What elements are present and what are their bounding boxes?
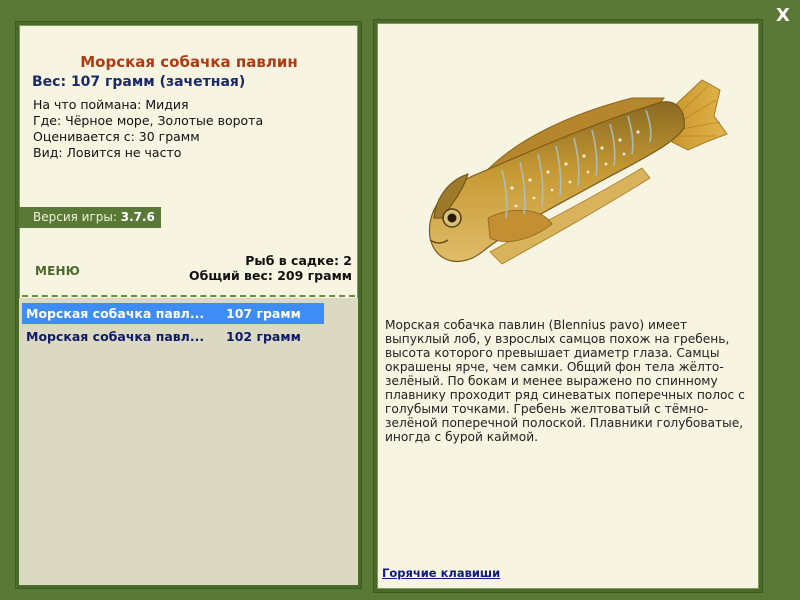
bait-info: На что поймана: Мидия [33,97,189,112]
version-bar: Версия игры: 3.7.6 [19,207,161,228]
fish-count: Рыб в садке: 2 [245,253,352,268]
catch-list-item[interactable]: Морская собачка павл... 102 грамм [22,326,324,347]
fish-image [428,79,728,265]
catch-list: Морская собачка павл... 107 грамм Морска… [19,298,358,585]
keepnet-stats: Рыб в садке: 2 Общий вес: 209 грамм [189,253,352,283]
catch-item-weight: 102 грамм [226,329,301,344]
location-info: Где: Чёрное море, Золотые ворота [33,113,264,128]
menu-button[interactable]: МЕНЮ [35,264,80,278]
close-button[interactable]: X [772,4,794,28]
fish-details-panel: Морская собачка павлин (Blennius pavo) и… [374,20,762,592]
catch-item-name: Морская собачка павл... [26,329,205,344]
version-value: 3.7.6 [120,210,155,224]
divider [22,295,355,297]
min-weight-info: Оценивается с: 30 грамм [33,129,200,144]
catch-info-panel: Морская собачка павлин Вес: 107 грамм (з… [16,22,361,588]
close-icon: X [776,5,790,26]
total-weight: Общий вес: 209 грамм [189,268,352,283]
catch-item-weight: 107 грамм [226,306,301,321]
catch-item-name: Морская собачка павл... [26,306,205,321]
game-screen: X Морская собачка павлин Вес: 107 грамм … [0,0,800,600]
fish-title: Морская собачка павлин [80,53,298,71]
catch-list-item[interactable]: Морская собачка павл... 107 грамм [22,303,324,324]
fish-weight: Вес: 107 грамм (зачетная) [32,74,246,90]
fish-description: Морская собачка павлин (Blennius pavo) и… [385,318,745,444]
hotkeys-link[interactable]: Горячие клавиши [382,566,500,580]
version-label: Версия игры: [33,210,117,224]
rarity-info: Вид: Ловится не часто [33,145,182,160]
